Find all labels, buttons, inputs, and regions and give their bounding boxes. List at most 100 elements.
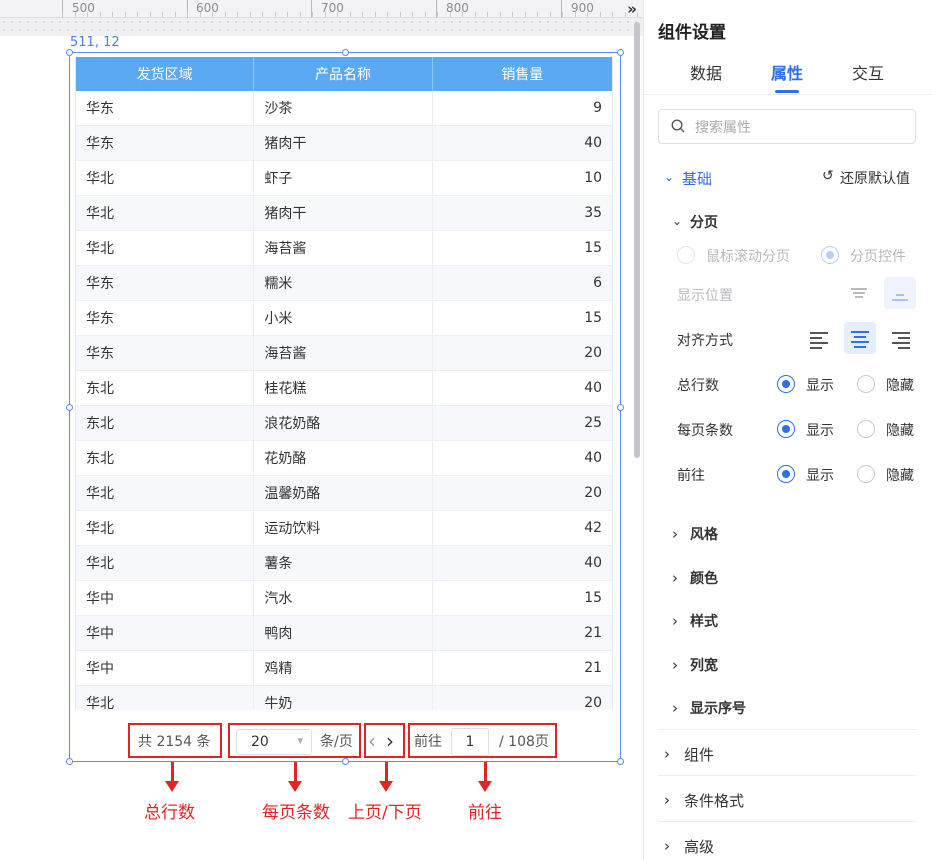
chevron-down-icon[interactable]: ⌄: [672, 214, 682, 228]
chevron-right-icon[interactable]: ›: [672, 569, 678, 587]
column-header[interactable]: 发货区域: [76, 57, 255, 91]
label-show: 显示: [806, 468, 834, 484]
table-row[interactable]: 华北 虾子 10: [76, 161, 612, 196]
resize-handle[interactable]: [617, 49, 624, 56]
chevron-right-icon[interactable]: ›: [672, 656, 678, 674]
ruler-minor-tick: [624, 12, 626, 17]
radio-page-size-show[interactable]: [777, 420, 795, 438]
chevron-right-icon[interactable]: ›: [664, 837, 670, 855]
label-show: 显示: [806, 423, 834, 439]
table-row[interactable]: 华东 沙茶 9: [76, 91, 612, 126]
table-row[interactable]: 华北 海苔酱 15: [76, 231, 612, 266]
chevron-right-icon[interactable]: ›: [672, 612, 678, 630]
radio-total-rows-show[interactable]: [777, 375, 795, 393]
position-bottom-icon[interactable]: [884, 277, 916, 309]
table-cell: 海苔酱: [254, 231, 433, 265]
table-row[interactable]: 华北 薯条 40: [76, 546, 612, 581]
table-cell: 21: [584, 660, 603, 676]
table-row[interactable]: 华东 猪肉干 40: [76, 126, 612, 161]
table-row[interactable]: 东北 桂花糕 40: [76, 371, 612, 406]
chevron-down-icon[interactable]: ⌄: [664, 170, 674, 184]
table-cell: 汽水: [254, 581, 433, 615]
section-basic[interactable]: 基础: [682, 168, 712, 189]
table-cell: 华北: [76, 546, 255, 580]
table-cell: 牛奶: [254, 686, 433, 710]
table-row[interactable]: 华北 运动饮料 42: [76, 511, 612, 546]
table-cell: 9: [593, 100, 603, 116]
ruler-minor-tick: [162, 12, 163, 17]
tab-interaction[interactable]: 交互: [852, 60, 884, 84]
vertical-scrollbar[interactable]: [634, 22, 640, 458]
table-row[interactable]: 华东 糯米 6: [76, 266, 612, 301]
ruler-minor-tick: [187, 12, 188, 17]
table-row[interactable]: 华中 鸡精 21: [76, 651, 612, 686]
undo-icon: ↺: [822, 168, 834, 184]
subsection-item[interactable]: 列宽: [690, 655, 718, 675]
table-row[interactable]: 华北 猪肉干 35: [76, 196, 612, 231]
radio-page-size-hide[interactable]: [857, 420, 875, 438]
label-display-position: 显示位置: [677, 288, 733, 304]
resize-handle[interactable]: [66, 49, 73, 56]
subsection-item[interactable]: 颜色: [690, 568, 718, 588]
ruler-minor-tick: [399, 12, 401, 17]
resize-handle[interactable]: [617, 404, 624, 411]
subsection-item[interactable]: 样式: [690, 611, 718, 631]
resize-handle[interactable]: [66, 758, 73, 765]
table-row[interactable]: 东北 浪花奶酪 25: [76, 406, 612, 441]
ruler-minor-tick: [412, 12, 413, 17]
table-cell: 桂花糕: [254, 371, 433, 405]
table-row[interactable]: 华东 海苔酱 20: [76, 336, 612, 371]
table-cell: 华中: [76, 616, 255, 650]
label-goto: 前往: [677, 468, 705, 484]
data-table[interactable]: 发货区域 产品名称 销售量 华东 沙茶 9 华东 猪肉干 40 华北 虾子 10 华北 猪肉干 35 华…: [75, 57, 613, 710]
reset-default-button[interactable]: ↺ 还原默认值: [822, 168, 910, 188]
table-row[interactable]: 华北 牛奶 20: [76, 686, 612, 710]
table-row[interactable]: 华中 汽水 15: [76, 581, 612, 616]
align-left-icon[interactable]: [804, 322, 836, 354]
search-input[interactable]: 搜索属性: [658, 109, 916, 144]
table-row[interactable]: 华东 小米 15: [76, 301, 612, 336]
radio-goto-show[interactable]: [777, 465, 795, 483]
ruler-minor-tick: [337, 12, 338, 17]
radio-total-rows-hide[interactable]: [857, 375, 875, 393]
section-item[interactable]: 条件格式: [684, 790, 744, 811]
subsection-item[interactable]: 显示序号: [690, 698, 746, 718]
resize-handle[interactable]: [617, 758, 624, 765]
column-header[interactable]: 产品名称: [254, 57, 433, 91]
column-header[interactable]: 销售量: [433, 57, 612, 91]
label-scroll-paging: 鼠标滚动分页: [706, 249, 790, 265]
subsection-item[interactable]: 风格: [690, 524, 718, 544]
table-cell: 猪肉干: [254, 126, 433, 160]
chevron-right-icon[interactable]: ›: [672, 525, 678, 543]
ruler-minor-tick: [62, 12, 63, 17]
align-center-icon[interactable]: [844, 322, 876, 354]
resize-handle[interactable]: [342, 49, 349, 56]
align-right-icon[interactable]: [884, 322, 916, 354]
tab-data[interactable]: 数据: [690, 60, 722, 84]
ruler-minor-tick: [124, 12, 126, 17]
arrow-down-icon: [165, 762, 179, 792]
chevron-right-icon[interactable]: ›: [664, 745, 670, 763]
table-cell: 东北: [76, 371, 255, 405]
table-cell: 华东: [76, 126, 255, 160]
radio-goto-hide[interactable]: [857, 465, 875, 483]
chevron-right-icon[interactable]: ›: [664, 791, 670, 809]
table-cell: 华中: [76, 581, 255, 615]
design-canvas[interactable]: 500 600 700 800 900 » 511, 12 发货区域 产品名称 …: [0, 0, 643, 860]
table-row[interactable]: 华中 鸭肉 21: [76, 616, 612, 651]
resize-handle[interactable]: [342, 758, 349, 765]
expand-panel-icon[interactable]: »: [627, 0, 637, 18]
chevron-right-icon[interactable]: ›: [672, 699, 678, 717]
subsection-paging[interactable]: 分页: [690, 212, 718, 232]
tab-properties[interactable]: 属性: [771, 60, 803, 84]
table-row[interactable]: 东北 花奶酪 40: [76, 441, 612, 476]
section-item[interactable]: 组件: [684, 744, 714, 765]
table-cell: 40: [584, 555, 603, 571]
selection-coordinates: 511, 12: [70, 35, 120, 50]
table-row[interactable]: 华北 温馨奶酪 20: [76, 476, 612, 511]
ruler-minor-tick: [287, 12, 288, 17]
section-item[interactable]: 高级: [684, 836, 714, 857]
position-top-icon[interactable]: [843, 277, 875, 309]
resize-handle[interactable]: [66, 404, 73, 411]
annotation-prev-next: 上页/下页: [348, 803, 422, 823]
